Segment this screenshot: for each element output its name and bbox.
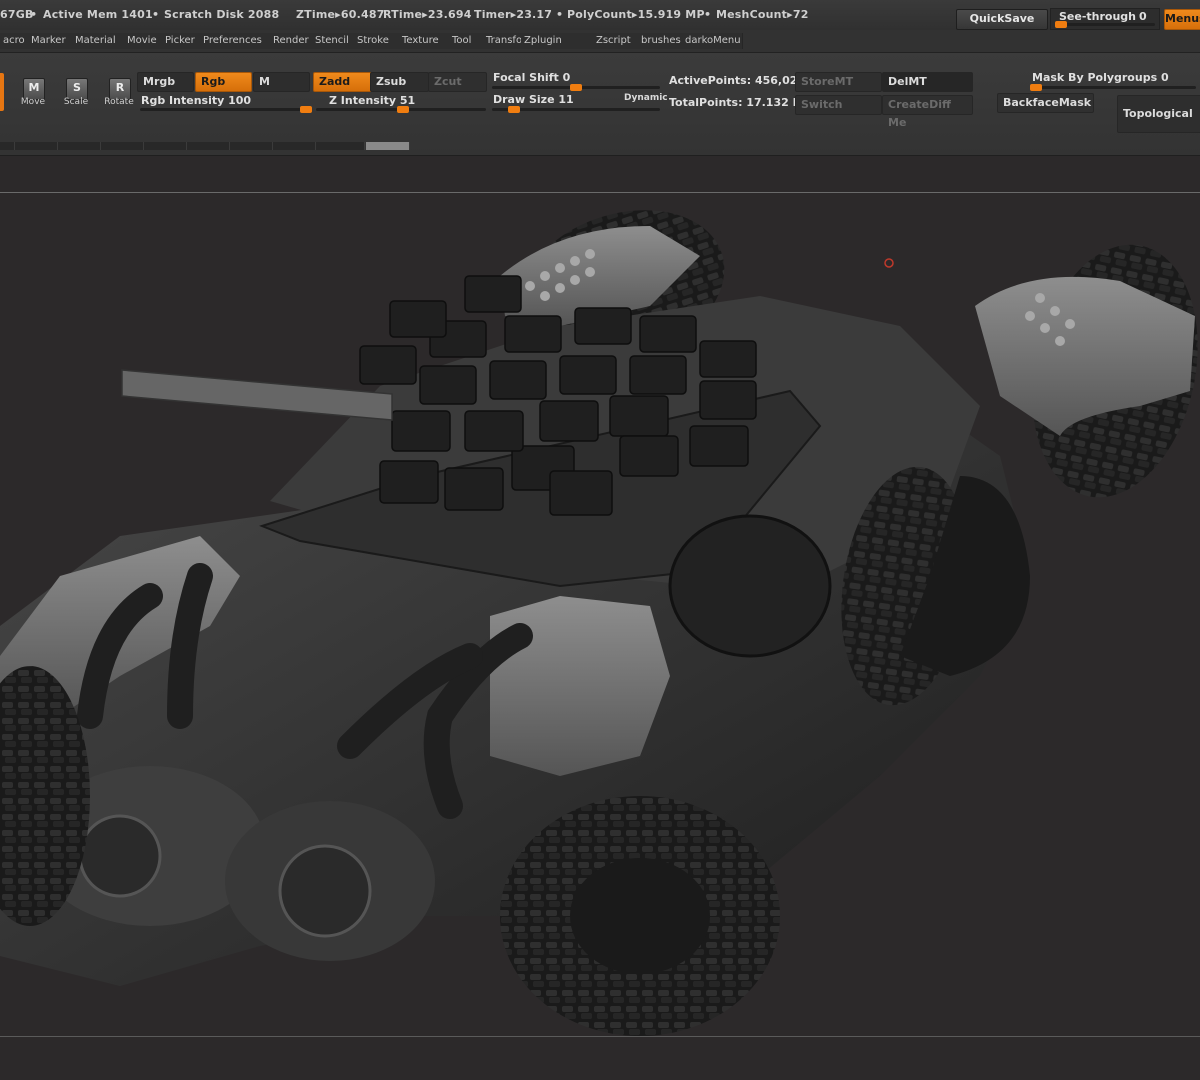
menu-item-preferences[interactable]: Preferences (200, 33, 273, 49)
menu-item-tool[interactable]: Tool (449, 33, 486, 49)
rgb-intensity-slider[interactable] (140, 106, 312, 113)
m-button[interactable]: M (253, 72, 310, 92)
scale-label: Scale (63, 97, 89, 107)
rotate-label: Rotate (104, 97, 134, 107)
mask-polygroups-label: Mask By Polygroups 0 (1032, 71, 1169, 84)
menu-item-stroke[interactable]: Stroke (354, 33, 402, 49)
rgb-intensity-knob[interactable] (300, 106, 312, 113)
tab[interactable] (58, 142, 101, 150)
polycount-readout: PolyCount▸15.919 MP (567, 8, 705, 21)
menu-item-movie[interactable]: Movie (124, 33, 165, 49)
focal-shift-knob[interactable] (570, 84, 582, 91)
zcut-button[interactable]: Zcut (428, 72, 487, 92)
see-through-slider[interactable]: See-through 0 (1050, 8, 1160, 30)
menu-item-marker[interactable]: Marker (28, 33, 75, 49)
status-bar: 67GB • Active Mem 1401 • Scratch Disk 20… (0, 0, 1200, 31)
zsub-button[interactable]: Zsub (370, 72, 429, 92)
status-dot: • (704, 8, 712, 21)
status-dot: • (556, 8, 564, 21)
menu-item-darkomenu[interactable]: darkoMenu (682, 33, 743, 49)
mrgb-button[interactable]: Mrgb (137, 72, 194, 92)
rtime-readout: RTime▸23.694 (383, 8, 472, 21)
tab[interactable] (15, 142, 58, 150)
see-through-track (1055, 21, 1155, 28)
menu-item-zplugin[interactable]: Zplugin (521, 33, 596, 49)
active-points-readout: ActivePoints: 456,023 (669, 74, 806, 87)
menu-item-acro[interactable]: acro (0, 33, 29, 49)
draw-size-knob[interactable] (508, 106, 520, 113)
tab-active[interactable] (366, 142, 410, 150)
status-dot: • (152, 8, 160, 21)
move-label: Move (20, 97, 46, 107)
menu-item-texture[interactable]: Texture (399, 33, 452, 49)
switch-button[interactable]: Switch (795, 95, 882, 115)
status-dot: • (30, 8, 38, 21)
quicksave-button[interactable]: QuickSave (956, 9, 1048, 30)
tab[interactable] (0, 142, 15, 150)
menu-item-render[interactable]: Render (270, 33, 315, 49)
tab[interactable] (187, 142, 230, 150)
document-canvas[interactable] (0, 156, 1200, 1080)
see-through-value: 0 (1139, 10, 1147, 23)
timer-readout: Timer▸23.17 (474, 8, 553, 21)
draw-size-label: Draw Size 11 (493, 93, 574, 106)
tab[interactable] (144, 142, 187, 150)
active-mem-readout: Active Mem 1401 (43, 8, 153, 21)
menu-item-brushes[interactable]: brushes (638, 33, 685, 49)
menu-item-stencil[interactable]: Stencil (312, 33, 357, 49)
draw-mode-button-edge[interactable] (0, 73, 4, 111)
tool-palette: M Move S Scale R Rotate Mrgb Rgb M Rgb I… (0, 53, 1200, 156)
menus-button[interactable]: Menus (1164, 9, 1200, 30)
mask-polygroups-knob[interactable] (1030, 84, 1042, 91)
scratch-disk-readout: Scratch Disk 2088 (164, 8, 280, 21)
rgb-intensity-label: Rgb Intensity 100 (141, 94, 252, 107)
tab[interactable] (316, 142, 365, 150)
tab-strip (0, 142, 410, 150)
total-points-readout: TotalPoints: 17.132 Mil (669, 96, 812, 109)
backface-mask-button[interactable]: BackfaceMask (997, 93, 1094, 113)
tab[interactable] (273, 142, 316, 150)
tab[interactable] (230, 142, 273, 150)
focal-shift-slider[interactable] (492, 84, 660, 91)
dynamic-toggle[interactable]: Dynamic (624, 93, 668, 103)
mask-polygroups-slider[interactable] (1030, 84, 1196, 91)
see-through-label: See-through (1059, 10, 1137, 23)
rgb-button[interactable]: Rgb (195, 72, 252, 92)
z-intensity-knob[interactable] (397, 106, 409, 113)
menu-item-transform[interactable]: Transform (483, 33, 536, 49)
topological-button[interactable]: Topological (1117, 95, 1200, 133)
storemt-button[interactable]: StoreMT (795, 72, 882, 92)
delmt-button[interactable]: DelMT (882, 72, 973, 92)
z-intensity-slider[interactable] (316, 106, 486, 113)
creatediff-button[interactable]: CreateDiff Me (882, 95, 973, 129)
menu-item-zscript[interactable]: Zscript (593, 33, 641, 49)
main-menu-bar: acro Marker Material Movie Picker Preferences… (0, 30, 1200, 53)
tab[interactable] (101, 142, 144, 150)
draw-size-slider[interactable] (492, 106, 660, 113)
zadd-button[interactable]: Zadd (313, 72, 372, 92)
menu-item-picker[interactable]: Picker (162, 33, 203, 49)
see-through-knob[interactable] (1055, 21, 1067, 28)
ztime-readout: ZTime▸60.487 (296, 8, 385, 21)
memory-readout: 67GB (0, 8, 34, 21)
menu-item-material[interactable]: Material (72, 33, 127, 49)
focal-shift-label: Focal Shift 0 (493, 71, 571, 84)
vehicle-sculpt-icon[interactable] (0, 156, 1200, 1080)
meshcount-readout: MeshCount▸72 (716, 8, 809, 21)
